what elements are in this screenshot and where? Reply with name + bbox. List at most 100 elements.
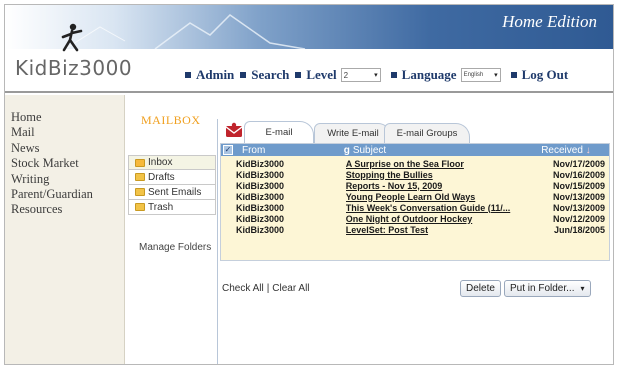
sidebar-item-parent-guardian[interactable]: Parent/Guardian <box>11 187 124 202</box>
row-subject-link[interactable]: LevelSet: Post Test <box>346 225 533 235</box>
table-row[interactable]: KidBiz3000 This Week's Conversation Guid… <box>221 202 609 213</box>
bullet-icon <box>295 72 302 78</box>
attachment-icon: g <box>343 144 350 156</box>
nav-logout-link[interactable]: Log Out <box>522 67 569 83</box>
table-row[interactable]: KidBiz3000 Reports - Nov 15, 2009 Nov/15… <box>221 180 609 191</box>
folder-icon <box>135 203 145 211</box>
mail-tabs: E-mail Write E-mail E-mail Groups <box>218 119 612 143</box>
row-from: KidBiz3000 <box>236 224 285 235</box>
select-all-checkbox[interactable]: ✓ <box>223 145 233 155</box>
clear-all-link[interactable]: Clear All <box>272 283 309 294</box>
level-select-value: 2 <box>343 70 349 80</box>
sort-desc-icon: ↓ <box>585 144 591 156</box>
mailbox-title: MAILBOX <box>141 113 201 127</box>
language-select[interactable]: English ▾ <box>460 68 501 82</box>
column-from[interactable]: From <box>236 145 344 156</box>
row-subject-link[interactable]: This Week's Conversation Guide (11/... <box>346 203 533 213</box>
folder-icon <box>135 188 145 196</box>
row-received: Nov/13/2009 <box>552 202 605 213</box>
row-received: Nov/17/2009 <box>552 158 605 169</box>
folder-icon <box>135 173 145 181</box>
nav-search-link[interactable]: Search <box>251 67 289 83</box>
folder-inbox[interactable]: Inbox <box>128 155 216 170</box>
folder-sent-emails[interactable]: Sent Emails <box>128 185 216 200</box>
tab-label: E-mail Groups <box>396 128 458 139</box>
mailbox-column: MAILBOX Inbox Drafts Sent Emails Trash M… <box>125 95 217 364</box>
column-received-label: Received <box>541 144 583 156</box>
table-row[interactable]: KidBiz3000 LevelSet: Post Test Jun/18/20… <box>221 224 609 235</box>
delete-button[interactable]: Delete <box>460 279 501 297</box>
folder-label: Inbox <box>148 157 173 168</box>
separator: | <box>266 282 270 294</box>
chevron-down-icon: ▾ <box>580 283 585 293</box>
put-in-folder-select[interactable]: Put in Folder... ▾ <box>504 279 591 297</box>
level-select[interactable]: 2 ▾ <box>340 68 381 82</box>
top-nav: Admin Search Level 2 ▾ Language English … <box>179 65 568 85</box>
table-row[interactable]: KidBiz3000 A Surprise on the Sea Floor N… <box>221 158 609 169</box>
sidebar-item-stock-market[interactable]: Stock Market <box>11 156 124 171</box>
nav-level-label: Level <box>306 67 337 82</box>
app-window: Home Edition KidBiz3000 Admin Search Lev… <box>4 4 614 365</box>
row-subject-link[interactable]: A Surprise on the Sea Floor <box>346 159 533 169</box>
header-divider <box>5 91 613 93</box>
tab-write-email[interactable]: Write E-mail <box>314 123 392 143</box>
language-select-value: English <box>463 72 484 78</box>
message-actions: Check All | Clear All Delete Put in Fold… <box>222 278 608 298</box>
table-row[interactable]: KidBiz3000 Young People Learn Old Ways N… <box>221 191 609 202</box>
message-rows: KidBiz3000 A Surprise on the Sea Floor N… <box>221 156 609 235</box>
put-in-folder-label: Put in Folder... <box>510 282 575 294</box>
folder-label: Trash <box>148 201 174 213</box>
bullet-icon <box>510 72 517 78</box>
table-row[interactable]: KidBiz3000 Stopping the Bullies Nov/16/2… <box>221 169 609 180</box>
column-subject-label: Subject <box>352 144 387 156</box>
tab-email-groups[interactable]: E-mail Groups <box>384 123 470 143</box>
sidebar-item-news[interactable]: News <box>11 141 124 156</box>
check-all-link[interactable]: Check All <box>222 283 264 294</box>
row-subject-link[interactable]: One Night of Outdoor Hockey <box>346 214 533 224</box>
sidebar-item-writing[interactable]: Writing <box>11 172 124 187</box>
chevron-down-icon: ▾ <box>494 72 498 79</box>
bullet-icon <box>185 72 191 78</box>
chevron-down-icon: ▾ <box>374 72 378 79</box>
row-received: Nov/15/2009 <box>552 180 605 191</box>
row-received: Nov/13/2009 <box>552 191 605 202</box>
row-from: KidBiz3000 <box>236 191 285 202</box>
mail-panel: E-mail Write E-mail E-mail Groups ✓ From… <box>217 119 612 364</box>
row-received: Nov/12/2009 <box>552 213 605 224</box>
folder-trash[interactable]: Trash <box>128 200 216 215</box>
tab-email[interactable]: E-mail <box>244 121 314 143</box>
tab-label: Write E-mail <box>327 128 379 139</box>
row-from: KidBiz3000 <box>236 180 285 191</box>
column-received[interactable]: Received ↓ <box>529 145 609 156</box>
header: Home Edition KidBiz3000 Admin Search Lev… <box>5 5 613 95</box>
sidebar-item-mail[interactable]: Mail <box>11 125 124 140</box>
bullet-icon <box>240 72 247 78</box>
sidebar-item-home[interactable]: Home <box>11 110 124 125</box>
row-from: KidBiz3000 <box>236 158 285 169</box>
row-subject-link[interactable]: Young People Learn Old Ways <box>346 192 533 202</box>
row-received: Nov/16/2009 <box>552 169 605 180</box>
folder-label: Drafts <box>148 171 175 183</box>
manage-folders-link[interactable]: Manage Folders <box>139 242 211 253</box>
mail-envelope-icon <box>225 122 243 137</box>
left-sidebar: Home Mail News Stock Market Writing Pare… <box>5 95 125 364</box>
banner: Home Edition <box>5 5 613 49</box>
row-from: KidBiz3000 <box>236 169 285 180</box>
open-folder-icon <box>135 158 145 167</box>
sidebar-item-resources[interactable]: Resources <box>11 202 124 217</box>
folder-list: Inbox Drafts Sent Emails Trash <box>128 155 216 215</box>
logo-wordmark: KidBiz3000 <box>15 56 133 80</box>
row-subject-link[interactable]: Stopping the Bullies <box>346 170 533 180</box>
row-subject-link[interactable]: Reports - Nov 15, 2009 <box>346 181 533 191</box>
edition-title: Home Edition <box>502 12 597 31</box>
folder-drafts[interactable]: Drafts <box>128 170 216 185</box>
bullet-icon <box>390 72 397 78</box>
folder-label: Sent Emails <box>148 186 202 198</box>
table-row[interactable]: KidBiz3000 One Night of Outdoor Hockey N… <box>221 213 609 224</box>
column-subject[interactable]: g Subject <box>344 145 529 156</box>
nav-admin-link[interactable]: Admin <box>196 67 234 83</box>
message-table: ✓ From g Subject Received ↓ KidBiz3000 A … <box>220 143 610 261</box>
row-from: KidBiz3000 <box>236 202 285 213</box>
nav-language-label: Language <box>401 67 457 82</box>
row-from: KidBiz3000 <box>236 213 285 224</box>
